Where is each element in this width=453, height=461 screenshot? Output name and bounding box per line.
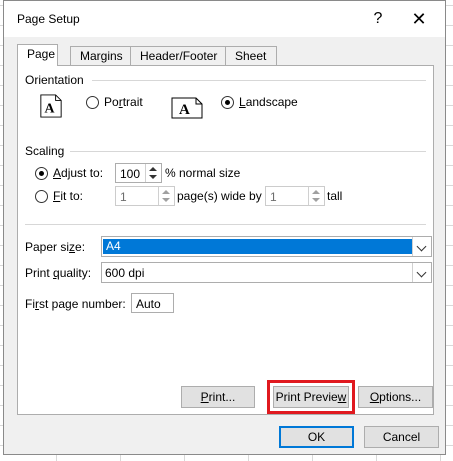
adjust-to-label: Adjust to:: [53, 166, 104, 180]
ok-button[interactable]: OK: [279, 426, 354, 448]
first-page-number-input[interactable]: Auto: [131, 293, 174, 313]
spin-up-icon[interactable]: [162, 190, 170, 194]
page-tab-panel: Orientation A Portrait A Landscape Scali…: [17, 65, 434, 415]
close-icon[interactable]: ✕: [408, 9, 430, 29]
paper-size-select[interactable]: A4: [101, 236, 432, 257]
first-page-number-label: First page number:: [25, 297, 126, 311]
first-page-number-value: Auto: [136, 297, 161, 311]
scaling-divider: [70, 151, 426, 152]
landscape-icon-letter: A: [179, 102, 190, 118]
landscape-page-icon: A: [171, 97, 203, 119]
options-button[interactable]: Options...: [358, 386, 433, 408]
print-button[interactable]: Print...: [181, 386, 255, 408]
adjust-to-suffix: % normal size: [165, 166, 241, 180]
adjust-to-value: 100: [120, 167, 141, 181]
title-bar: Page Setup ? ✕: [4, 1, 445, 37]
help-icon[interactable]: ?: [367, 9, 389, 29]
orientation-label: Orientation: [25, 73, 84, 87]
fit-tall-spinner[interactable]: 1: [265, 186, 325, 206]
fit-wide-spinner[interactable]: 1: [115, 186, 175, 206]
adjust-to-radio[interactable]: [35, 167, 48, 180]
fit-tall-suffix: tall: [327, 189, 343, 203]
fit-to-radio[interactable]: [35, 190, 48, 203]
portrait-icon-letter: A: [45, 100, 55, 115]
paper-size-label: Paper size:: [25, 240, 86, 254]
tab-header-footer[interactable]: Header/Footer: [130, 46, 226, 65]
fit-to-label: Fit to:: [53, 189, 84, 203]
print-quality-label: Print quality:: [25, 266, 92, 280]
dialog-title: Page Setup: [17, 12, 80, 26]
adjust-to-spinner[interactable]: 100: [115, 163, 162, 183]
spin-down-icon[interactable]: [312, 198, 320, 202]
page-setup-dialog: Page Setup ? ✕ Page Margins Header/Foote…: [3, 0, 446, 455]
paper-divider: [25, 224, 426, 225]
tab-margins[interactable]: Margins: [70, 46, 131, 65]
highlight-annotation: [267, 380, 355, 414]
chevron-down-icon[interactable]: [412, 237, 431, 256]
cancel-button[interactable]: Cancel: [364, 426, 439, 448]
chevron-down-icon[interactable]: [412, 263, 431, 282]
print-quality-select[interactable]: 600 dpi: [101, 262, 432, 283]
scaling-label: Scaling: [25, 144, 65, 158]
portrait-radio[interactable]: [86, 96, 99, 109]
landscape-radio[interactable]: [221, 96, 234, 109]
fit-wide-value: 1: [120, 190, 127, 204]
spin-down-icon[interactable]: [149, 175, 157, 179]
portrait-page-icon: A: [40, 94, 62, 118]
fit-wide-suffix: page(s) wide by: [177, 189, 262, 203]
tab-page[interactable]: Page: [17, 44, 58, 66]
spin-up-icon[interactable]: [312, 190, 320, 194]
orientation-divider: [92, 80, 426, 81]
print-quality-value: 600 dpi: [105, 266, 145, 280]
tab-sheet[interactable]: Sheet: [225, 46, 277, 65]
spin-up-icon[interactable]: [149, 167, 157, 171]
landscape-label: Landscape: [239, 95, 298, 109]
fit-tall-value: 1: [270, 190, 277, 204]
paper-size-value: A4: [103, 239, 412, 254]
spin-down-icon[interactable]: [162, 198, 170, 202]
portrait-label: Portrait: [104, 95, 143, 109]
